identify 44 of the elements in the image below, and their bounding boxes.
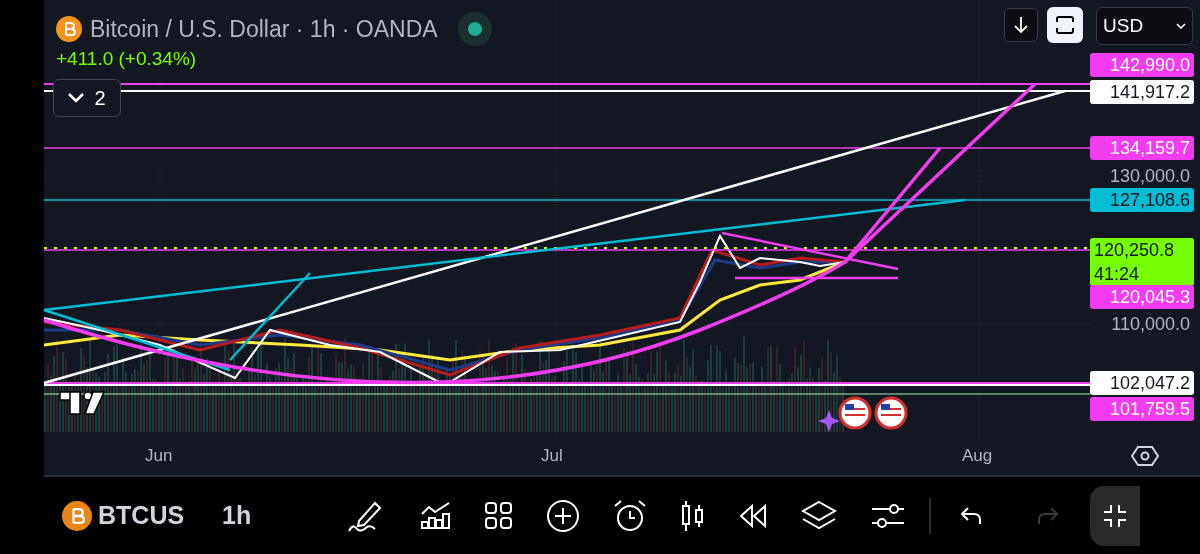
chevron-down-icon <box>68 93 85 103</box>
price-axis-label: 130,000.0 <box>1108 165 1191 188</box>
bitcoin-icon <box>62 500 92 531</box>
sparkle-icon <box>818 410 840 432</box>
bitcoin-icon <box>56 16 82 42</box>
price-label: 102,047.2 <box>1090 371 1194 395</box>
price-change: +411.0 (+0.34%) <box>56 47 197 71</box>
price-label: 141,917.2 <box>1090 80 1194 104</box>
arrow-down-icon <box>1014 16 1028 34</box>
time-axis-label: Jul <box>541 445 563 467</box>
undo-icon[interactable] <box>960 505 983 526</box>
alarm-clock-icon[interactable] <box>613 499 648 532</box>
interval-picker[interactable]: 1h <box>222 496 252 535</box>
grid-icon[interactable] <box>485 501 514 530</box>
price-axis-label: 110,000.0 <box>1110 313 1191 336</box>
layers-icon[interactable] <box>801 499 838 532</box>
legend-toggle-button[interactable]: 2 <box>53 79 121 117</box>
time-axis-label: Jun <box>145 445 173 467</box>
price-label: 120,250.8 41:24 <box>1090 238 1194 286</box>
price-label: 127,108.6 <box>1090 188 1194 212</box>
symbol-picker[interactable]: BTCUS <box>98 496 185 535</box>
price-label: 134,159.7 <box>1090 136 1194 160</box>
settings-icon[interactable] <box>1130 446 1160 466</box>
scroll-down-button[interactable] <box>1004 8 1038 42</box>
rewind-icon[interactable] <box>739 503 768 528</box>
time-axis-label: Aug <box>962 445 993 467</box>
add-icon[interactable] <box>547 499 580 532</box>
flag-icon <box>838 396 872 430</box>
candlestick-icon[interactable] <box>681 499 706 532</box>
flag-icon <box>874 396 908 430</box>
price-label: 101,759.5 <box>1090 397 1194 421</box>
chart-indicators-icon[interactable] <box>421 501 452 530</box>
exit-fullscreen-button[interactable] <box>1090 485 1141 546</box>
frame-icon <box>1055 16 1075 34</box>
sliders-icon[interactable] <box>871 501 906 530</box>
fit-screen-button[interactable] <box>1047 7 1083 43</box>
currency-dropdown[interactable]: USD <box>1096 7 1193 45</box>
caret-down-icon <box>1176 23 1186 29</box>
tradingview-logo <box>59 391 106 415</box>
market-status-icon <box>457 12 492 46</box>
exit-fullscreen-icon <box>1103 503 1128 528</box>
symbol-title: Bitcoin / U.S. Dollar · 1h · OANDA <box>90 15 438 43</box>
price-label: 142,990.0 <box>1090 53 1194 77</box>
price-label: 120,045.3 <box>1090 285 1194 309</box>
